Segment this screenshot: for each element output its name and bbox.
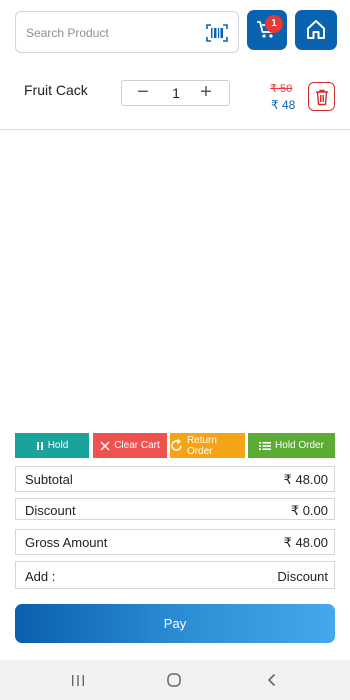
search-input[interactable] — [26, 22, 196, 44]
subtotal-label: Subtotal — [25, 472, 73, 487]
home-button[interactable] — [295, 10, 337, 50]
return-order-label: Return Order — [186, 434, 217, 457]
delete-item-button[interactable] — [308, 82, 335, 111]
hold-order-button[interactable]: Hold Order — [248, 433, 335, 458]
cart-item: Fruit Cack − 1 + ₹ 50 ₹ 48 — [0, 70, 350, 130]
increase-quantity-button[interactable]: + — [191, 81, 221, 105]
gross-amount-value: ₹ 48.00 — [283, 535, 328, 550]
hold-order-label: Hold Order — [275, 440, 324, 451]
trash-icon — [316, 89, 328, 106]
clear-cart-button[interactable]: Clear Cart — [93, 433, 167, 458]
cart-actions: Hold Clear Cart Return Order Hold Order — [0, 433, 350, 458]
search-box — [15, 11, 239, 53]
discount-label: Discount — [25, 503, 76, 518]
top-bar: 1 — [0, 0, 350, 60]
recent-apps-icon[interactable] — [70, 672, 86, 688]
original-price: ₹ 50 — [270, 83, 293, 95]
hold-label: Hold — [47, 440, 69, 451]
barcode-icon[interactable] — [206, 24, 228, 42]
cart-button[interactable]: 1 — [247, 10, 287, 50]
gross-amount-row: Gross Amount ₹ 48.00 — [15, 529, 335, 555]
clear-cart-label: Clear Cart — [114, 440, 160, 451]
pay-button[interactable]: Pay — [15, 604, 335, 643]
discount-row: Discount ₹ 0.00 — [15, 498, 335, 520]
quantity-value[interactable]: 1 — [162, 81, 190, 105]
add-discount-link[interactable]: Discount — [277, 569, 328, 584]
gross-amount-label: Gross Amount — [25, 535, 108, 550]
add-discount-row[interactable]: Add : Discount — [15, 561, 335, 589]
item-price: ₹ 48 — [271, 98, 296, 112]
system-nav-bar — [0, 660, 350, 700]
add-label: Add : — [25, 569, 56, 584]
hold-button[interactable]: Hold — [15, 433, 89, 458]
back-icon[interactable] — [264, 672, 280, 688]
list-icon — [259, 441, 272, 450]
quantity-stepper: − 1 + — [121, 80, 230, 106]
cart-count-badge: 1 — [265, 15, 283, 33]
subtotal-value: ₹ 48.00 — [283, 472, 328, 487]
system-home-icon[interactable] — [166, 672, 182, 688]
decrease-quantity-button[interactable]: − — [128, 81, 158, 105]
home-icon — [307, 20, 325, 39]
item-name: Fruit Cack — [24, 82, 88, 98]
discount-value: ₹ 0.00 — [290, 503, 328, 518]
subtotal-row: Subtotal ₹ 48.00 — [15, 466, 335, 492]
refresh-icon — [171, 439, 182, 451]
return-order-button[interactable]: Return Order — [170, 433, 245, 458]
pause-icon — [36, 441, 43, 450]
close-icon — [100, 441, 110, 450]
